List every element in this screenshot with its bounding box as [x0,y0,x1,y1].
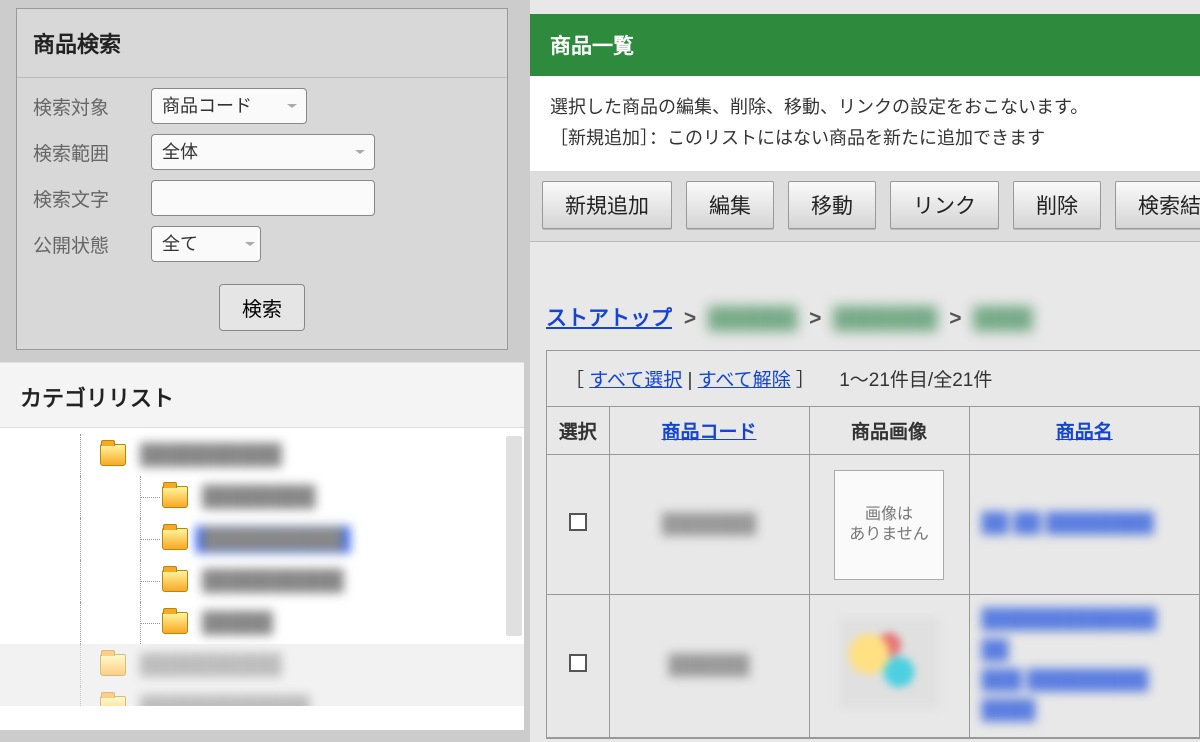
bracket-open: ［ [565,370,584,391]
search-row-scope: 検索範囲 全体 [17,124,507,170]
description-line1: 選択した商品の編集、削除、移動、リンクの設定をおこないます。 [550,92,1180,123]
product-table: 選択 商品コード 商品画像 商品名 ███████ 画像は ありません [547,407,1200,738]
select-all-link[interactable]: すべて選択 [589,370,682,391]
search-row-target: 検索対象 商品コード [17,78,507,124]
search-row-text: 検索文字 [17,170,507,216]
tree-row[interactable]: ██████████ [0,644,524,686]
grid-control-bar: ［ すべて選択 | すべて解除 ］ 1～21件目/全21件 [547,351,1200,407]
scrollbar[interactable] [506,436,522,636]
bar: | [688,370,698,391]
description-area: 選択した商品の編集、削除、移動、リンクの設定をおこないます。 ［新規追加］：この… [530,76,1200,171]
record-count: 1～21件目/全21件 [820,370,992,391]
tree-row[interactable]: █████ [0,602,524,644]
tree-label[interactable]: ████████████ [134,694,316,707]
search-label-status: 公開状態 [33,231,151,258]
search-button[interactable]: 検索 [219,284,305,331]
right-panel: 商品一覧 選択した商品の編集、削除、移動、リンクの設定をおこないます。 ［新規追… [530,0,1200,742]
delete-button[interactable]: 削除 [1013,181,1101,229]
th-image: 商品画像 [809,407,969,455]
th-code-link[interactable]: 商品コード [661,422,756,443]
table-row: ███████ 画像は ありません ██ ██ ████████ [547,455,1200,595]
move-button[interactable]: 移動 [788,181,876,229]
search-scope-select[interactable]: 全体 [151,134,375,170]
deselect-all-link[interactable]: すべて解除 [698,370,791,391]
th-name-link[interactable]: 商品名 [1056,422,1113,443]
breadcrumb-sep: > [949,307,961,330]
link-button[interactable]: リンク [890,181,999,229]
action-button-row: 新規追加 編集 移動 リンク 削除 検索結果を [530,171,1200,242]
search-target-select[interactable]: 商品コード [151,88,307,124]
tree-label[interactable]: ██████████ [134,442,288,469]
search-status-select[interactable]: 全て [151,226,261,262]
bracket-close: ］ [796,370,815,391]
folder-icon [162,612,188,634]
folder-icon [162,528,188,550]
breadcrumb-sep: > [684,307,696,330]
cell-code: ███████ [662,514,756,535]
search-result-button[interactable]: 検索結果を [1115,181,1200,229]
new-add-button[interactable]: 新規追加 [542,181,672,229]
cell-code: ██████ [669,655,750,676]
table-row: ██████ █████████████ ██ ███ █████████ ██… [547,595,1200,738]
category-tree: - ██████████ ████████ ██████████ ███████… [0,428,524,706]
breadcrumb-sep: > [809,307,821,330]
description-line2: ［新規追加］：このリストにはない商品を新たに追加できます [550,123,1180,154]
folder-icon [100,654,126,676]
row-checkbox[interactable] [569,654,587,672]
tree-label[interactable]: ██████████ [134,652,288,679]
left-panel: 商品検索 検索対象 商品コード 検索範囲 全体 検索文字 公開状態 [0,0,524,742]
cell-name[interactable]: █████████████ ██ ███ █████████ ████ [976,605,1194,727]
tree-label[interactable]: █████ [196,610,279,637]
breadcrumb-item[interactable]: ███████ [833,307,937,330]
folder-icon [100,444,126,466]
tree-label[interactable]: ████████ [196,484,321,511]
edit-button[interactable]: 編集 [686,181,774,229]
product-grid-box: ［ すべて選択 | すべて解除 ］ 1～21件目/全21件 選択 商品コード 商… [546,350,1200,739]
tree-label[interactable]: ██████████ [196,568,350,595]
breadcrumb-item: ████ [973,307,1033,330]
th-select: 選択 [547,407,609,455]
category-list-title: カテゴリリスト [0,363,524,428]
tree-label-selected[interactable]: ██████████ [196,526,350,553]
search-label-target: 検索対象 [33,93,151,120]
folder-icon [162,486,188,508]
tree-row[interactable]: ██████████ [0,518,524,560]
category-list-panel: カテゴリリスト - ██████████ ████████ ██████████ [0,362,524,730]
no-image-placeholder: 画像は ありません [834,470,944,580]
search-title: 商品検索 [17,9,507,78]
search-row-status: 公開状態 全て [17,216,507,262]
tree-row[interactable]: ████████ [0,476,524,518]
folder-icon [162,570,188,592]
product-list-title: 商品一覧 [530,14,1200,76]
search-label-text: 検索文字 [33,185,151,212]
product-search-box: 商品検索 検索対象 商品コード 検索範囲 全体 検索文字 公開状態 [16,8,508,350]
folder-icon [100,696,126,706]
tree-row[interactable]: ██████████ [0,560,524,602]
search-label-scope: 検索範囲 [33,139,151,166]
breadcrumb: ストアトップ > ██████ > ███████ > ████ [530,242,1200,350]
breadcrumb-top-link[interactable]: ストアトップ [546,307,672,330]
row-checkbox[interactable] [569,513,587,531]
breadcrumb-item[interactable]: ██████ [708,307,797,330]
cell-name[interactable]: ██ ██ ████████ [976,509,1194,539]
product-thumbnail [839,618,939,708]
tree-row[interactable]: - ██████████ [0,434,524,476]
tree-row[interactable]: ████████████ [0,686,524,706]
search-text-input[interactable] [151,180,375,216]
